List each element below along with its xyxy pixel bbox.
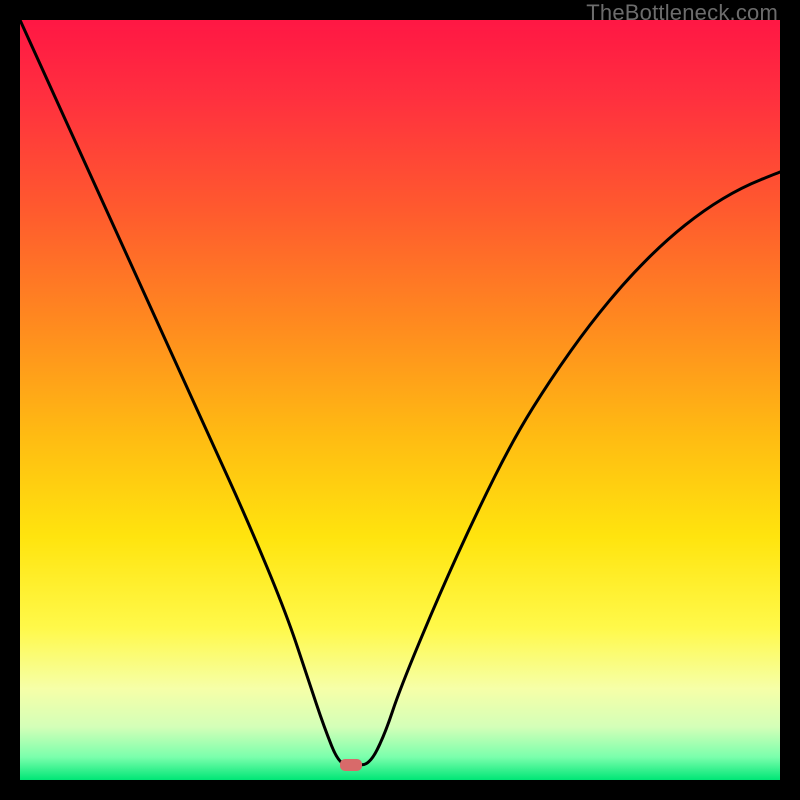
plot-area [20,20,780,780]
chart-frame: TheBottleneck.com [0,0,800,800]
optimal-point-marker [340,759,362,771]
bottleneck-curve [20,20,780,780]
watermark-text: TheBottleneck.com [586,0,778,26]
